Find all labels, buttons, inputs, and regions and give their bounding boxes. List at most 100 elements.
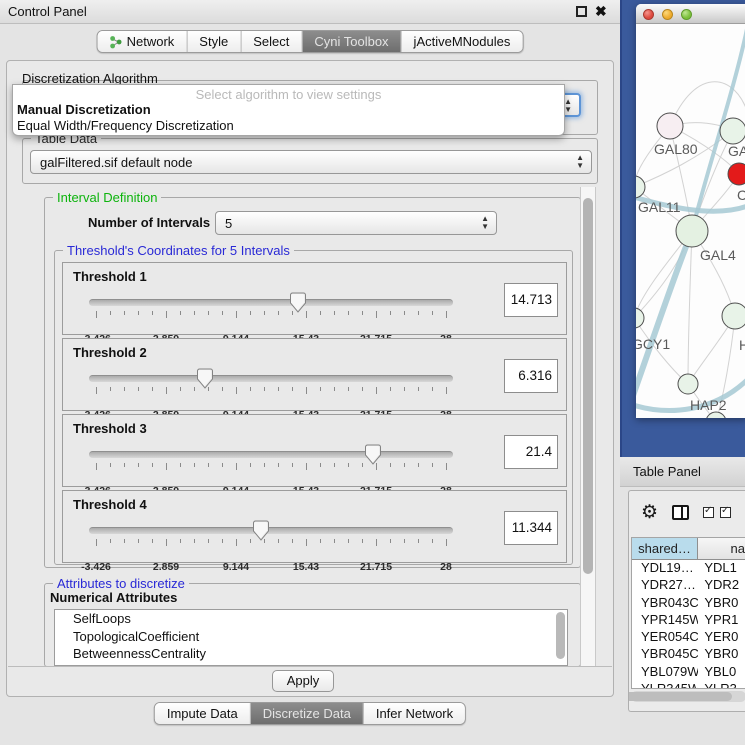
table-cell: YDL1 bbox=[698, 560, 745, 577]
table-cell: YBR0 bbox=[698, 595, 745, 612]
table-cell: YLR345W bbox=[632, 681, 698, 689]
slider-thumb[interactable] bbox=[365, 444, 381, 465]
tick-mark bbox=[292, 539, 293, 543]
tick-mark bbox=[124, 463, 125, 467]
tick-mark bbox=[278, 311, 279, 315]
threshold-value-field[interactable]: 21.4 bbox=[504, 435, 558, 469]
tick-mark bbox=[208, 539, 209, 543]
column-header-shared[interactable]: shared… bbox=[632, 538, 698, 560]
zoom-traffic-light-icon[interactable] bbox=[681, 9, 692, 20]
svg-text:GAL80: GAL80 bbox=[654, 141, 698, 157]
tick-mark bbox=[96, 539, 97, 546]
table-row[interactable]: YER054CYER0 bbox=[632, 629, 745, 646]
slider-track[interactable] bbox=[89, 375, 453, 382]
table-panel: ⚙ shared… na YDL19…YDL1YDR27…YDR2YBR043C… bbox=[628, 490, 745, 712]
table-data-value: galFiltered.sif default node bbox=[40, 155, 192, 170]
tab-infer-network[interactable]: Infer Network bbox=[363, 703, 465, 724]
threshold-label: Threshold 1 bbox=[73, 269, 147, 284]
tick-mark bbox=[418, 387, 419, 391]
close-icon[interactable]: ✖ bbox=[595, 3, 607, 20]
tick-mark bbox=[222, 463, 223, 467]
table-row[interactable]: YDR27…YDR2 bbox=[632, 577, 745, 594]
tab-style[interactable]: Style bbox=[186, 31, 240, 52]
tick-mark bbox=[166, 387, 167, 394]
table-toolbar: ⚙ bbox=[629, 491, 745, 533]
tick-mark bbox=[418, 311, 419, 315]
threshold-panel: Threshold 3 -3.4262.8599.14415.4321.7152… bbox=[62, 414, 567, 487]
checkbox-icon[interactable] bbox=[720, 507, 731, 518]
tick-mark bbox=[376, 311, 377, 318]
numerical-attributes-list[interactable]: SelfLoopsTopologicalCoefficientBetweenne… bbox=[54, 609, 568, 666]
minimize-traffic-light-icon[interactable] bbox=[662, 9, 673, 20]
close-traffic-light-icon[interactable] bbox=[643, 9, 654, 20]
table-data-combobox[interactable]: galFiltered.sif default node ▲▼ bbox=[30, 150, 592, 174]
tab-impute-data[interactable]: Impute Data bbox=[155, 703, 250, 724]
main-scrollbar-track[interactable] bbox=[580, 187, 596, 667]
tab-select[interactable]: Select bbox=[240, 31, 301, 52]
dropdown-prompt: Select algorithm to view settings bbox=[13, 85, 564, 102]
threshold-slider[interactable]: -3.4262.8599.14415.4321.71528 bbox=[89, 521, 453, 561]
tick-mark bbox=[362, 539, 363, 543]
tick-mark bbox=[292, 463, 293, 467]
table-h-scrollbar[interactable] bbox=[631, 691, 745, 702]
tick-mark bbox=[404, 539, 405, 543]
tick-mark bbox=[194, 463, 195, 467]
table-cell: YPR1 bbox=[698, 612, 745, 629]
tick-mark bbox=[250, 539, 251, 543]
table-header: shared… na bbox=[632, 538, 745, 560]
network-canvas[interactable]: GAL80GACGAL11GAL4GCY1HHAP2 bbox=[636, 24, 745, 418]
tab-cyni-toolbox[interactable]: Cyni Toolbox bbox=[301, 31, 400, 52]
tick-mark bbox=[334, 387, 335, 391]
tab-network[interactable]: Network bbox=[98, 31, 187, 52]
attribute-list-item[interactable]: SelfLoops bbox=[55, 610, 567, 628]
scale-label: 28 bbox=[440, 561, 452, 573]
slider-track[interactable] bbox=[89, 451, 453, 458]
threshold-value-field[interactable]: 14.713 bbox=[504, 283, 558, 317]
tick-mark bbox=[362, 463, 363, 467]
tab-jactivemnodules[interactable]: jActiveMNodules bbox=[401, 31, 523, 52]
tick-mark bbox=[278, 539, 279, 543]
table-row[interactable]: YBL079WYBL0 bbox=[632, 664, 745, 681]
attribute-list-item[interactable]: TopologicalCoefficient bbox=[55, 628, 567, 646]
column-header-name[interactable]: na bbox=[698, 538, 745, 560]
float-icon[interactable] bbox=[576, 6, 587, 17]
table-row[interactable]: YLR345WYLR3 bbox=[632, 681, 745, 689]
dropdown-item[interactable]: Equal Width/Frequency Discretization bbox=[13, 118, 564, 134]
slider-thumb[interactable] bbox=[290, 292, 306, 313]
gear-icon[interactable]: ⚙ bbox=[641, 503, 658, 522]
tick-mark bbox=[96, 463, 97, 470]
apply-button[interactable]: Apply bbox=[272, 670, 334, 692]
table-row[interactable]: YBR043CYBR0 bbox=[632, 595, 745, 612]
tick-mark bbox=[432, 311, 433, 315]
tick-mark bbox=[250, 387, 251, 391]
svg-text:H: H bbox=[739, 337, 745, 353]
node-table: shared… na YDL19…YDL1YDR27…YDR2YBR043CYB… bbox=[631, 537, 745, 689]
slider-thumb[interactable] bbox=[197, 368, 213, 389]
tick-mark bbox=[348, 539, 349, 543]
main-scrollbar-thumb[interactable] bbox=[583, 198, 593, 574]
threshold-slider[interactable]: -3.4262.8599.14415.4321.71528 bbox=[89, 445, 453, 485]
right-panel: GAL80GACGAL11GAL4GCY1HHAP2 Table Panel ⚙… bbox=[620, 0, 745, 745]
slider-track[interactable] bbox=[89, 299, 453, 306]
checkbox-icon[interactable] bbox=[703, 507, 714, 518]
threshold-slider[interactable]: -3.4262.8599.14415.4321.71528 bbox=[89, 369, 453, 409]
tab-discretize-data[interactable]: Discretize Data bbox=[250, 703, 363, 724]
tick-mark bbox=[152, 311, 153, 315]
attribute-list-item[interactable]: BetweennessCentrality bbox=[55, 645, 567, 663]
table-row[interactable]: YDL19…YDL1 bbox=[632, 560, 745, 577]
columns-icon[interactable] bbox=[672, 505, 689, 520]
algorithm-dropdown: Select algorithm to view settings Manual… bbox=[12, 84, 565, 136]
table-row[interactable]: YPR145WYPR1 bbox=[632, 612, 745, 629]
table-row[interactable]: YBR045CYBR0 bbox=[632, 646, 745, 663]
slider-thumb[interactable] bbox=[253, 520, 269, 541]
number-of-intervals-combobox[interactable]: 5 ▲▼ bbox=[215, 211, 497, 235]
table-h-scrollbar-thumb[interactable] bbox=[628, 692, 732, 701]
network-window[interactable]: GAL80GACGAL11GAL4GCY1HHAP2 bbox=[636, 4, 745, 418]
threshold-slider[interactable]: -3.4262.8599.14415.4321.71528 bbox=[89, 293, 453, 333]
threshold-value-field[interactable]: 6.316 bbox=[504, 359, 558, 393]
threshold-value-field[interactable]: 11.344 bbox=[504, 511, 558, 545]
list-scrollbar[interactable] bbox=[556, 612, 565, 659]
slider-track[interactable] bbox=[89, 527, 453, 534]
dropdown-item[interactable]: Manual Discretization bbox=[13, 102, 564, 118]
network-icon bbox=[110, 35, 122, 49]
